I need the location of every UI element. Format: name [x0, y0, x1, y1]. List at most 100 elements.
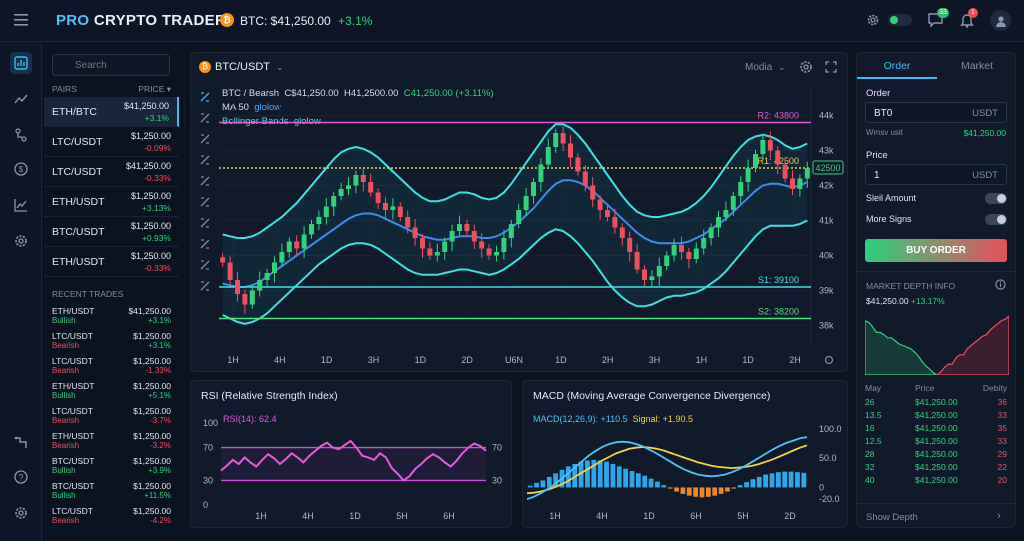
orderbook-row[interactable]: 12.5 $41,250.00 33 — [865, 435, 1007, 448]
macd-histogram-bar — [801, 472, 807, 488]
order-field[interactable]: BT0 USDT — [865, 102, 1007, 123]
gear-icon[interactable] — [866, 13, 880, 30]
trade-change: +3.1% — [148, 316, 171, 325]
candle-body — [634, 252, 640, 270]
trade-row[interactable]: LTC/USDT Bearish $1,250.00 -1.33% — [44, 353, 179, 378]
candlestick-chart[interactable]: 44k 43k 42k 41k 40k 39k 38k 1H 4H 1D 3H 1D 2D U6N 1D 2H… — [191, 53, 849, 373]
crosshair-icon[interactable] — [200, 92, 210, 102]
pair-row[interactable]: LTC/USDT $1,250.00 -0.09% — [44, 127, 179, 157]
magnet-tool-icon[interactable] — [200, 281, 210, 291]
rail-analytics-icon[interactable] — [10, 194, 32, 216]
candle-body — [309, 224, 314, 235]
text-tool-icon[interactable] — [200, 176, 210, 186]
macd-histogram-bar — [635, 473, 641, 488]
zoom-tool-icon[interactable] — [200, 260, 210, 270]
pair-change: +3.1% — [144, 113, 169, 123]
orderbook-row[interactable]: 32 $41,250.00 22 — [865, 461, 1007, 474]
rail-dollar-icon[interactable]: $ — [10, 158, 32, 180]
search-input[interactable] — [52, 54, 170, 76]
orderbook-row[interactable]: 26 $41,250.00 36 — [865, 396, 1007, 409]
brush-tool-icon[interactable] — [200, 239, 210, 249]
macd-chart[interactable]: 100.0 50.0 0 -20.0 1H 4H 1D 6H 5H 2D — [523, 381, 849, 529]
rsi-x-tick: 1D — [349, 511, 361, 521]
ruler-tool-icon[interactable] — [200, 218, 210, 228]
pattern-tool-icon[interactable] — [200, 197, 210, 207]
x-tick-label: 3H — [368, 355, 380, 365]
rail-chart-icon[interactable] — [10, 52, 32, 74]
x-tick-label: 1D — [415, 355, 427, 365]
trade-row[interactable]: LTC/USDT Bearish $1,250.00 -3.7% — [44, 403, 179, 428]
pair-change: +3.13% — [141, 203, 171, 213]
candle-body — [642, 269, 647, 280]
trade-row[interactable]: ETH/USDT Bearish $1,250.00 -3.2% — [44, 428, 179, 453]
depth-title: MARKET DEPTH INFO — [866, 281, 956, 291]
y-tick-label: 39k — [819, 286, 834, 296]
tab-market[interactable]: Market — [937, 53, 1017, 79]
price-sort-header[interactable]: PRICE ▾ — [138, 84, 171, 95]
pair-row[interactable]: ETH/USDT $1,250.00 +3.13% — [44, 187, 179, 217]
rail-nodes-icon[interactable] — [10, 124, 32, 146]
more-signs-toggle[interactable] — [985, 214, 1007, 225]
depth-chart[interactable] — [865, 313, 1009, 375]
orderbook-row[interactable]: 13.5 $41,250.00 33 — [865, 409, 1007, 422]
fib-tool-icon[interactable] — [200, 134, 210, 144]
avatar[interactable] — [990, 10, 1011, 31]
trade-row[interactable]: ETH/USDT Bullish $1,250.00 +5.1% — [44, 378, 179, 403]
live-toggle-dot — [890, 16, 898, 24]
trade-side: Bullish — [52, 316, 76, 325]
buy-order-button[interactable]: BUY ORDER — [865, 239, 1007, 262]
candle-body — [471, 231, 477, 242]
line-tool-icon[interactable] — [200, 113, 210, 123]
show-depth-link[interactable]: Show Depth — [866, 512, 918, 523]
y-tick-label: 43k — [819, 146, 834, 156]
tab-order[interactable]: Order — [857, 53, 937, 79]
price-field[interactable]: 1 USDT — [865, 164, 1007, 185]
pen-tool-icon[interactable] — [200, 155, 210, 165]
pair-price: $1,250.00 — [130, 251, 171, 261]
tool-glyph — [200, 218, 210, 228]
orderbook-row[interactable]: 16 $41,250.00 35 — [865, 422, 1007, 435]
orderbook-row[interactable]: 28 $41,250.00 29 — [865, 448, 1007, 461]
macd-x-tick: 5H — [737, 511, 749, 521]
depth-price: $41,250.00 — [866, 296, 909, 306]
pair-row[interactable]: LTC/USDT $41,250.00 -0.33% — [44, 157, 179, 187]
candle-body — [619, 227, 625, 238]
rsi-chart[interactable]: 100 70 30 0 70 30 1H 4H 1D 5H 6H — [191, 381, 513, 529]
candle-body — [538, 164, 544, 182]
candle-body — [508, 224, 514, 238]
trade-row[interactable]: ETH/USDT Bullish $41,250.00 +3.1% — [44, 303, 179, 328]
menu-icon[interactable] — [14, 14, 28, 29]
trade-row[interactable]: BTC/USDT Bullish $1,250.00 +11.5% — [44, 478, 179, 503]
brightness-core — [824, 355, 834, 365]
pair-row[interactable]: ETH/BTC $41,250.00 +3.1% — [44, 97, 179, 127]
info-icon[interactable] — [995, 279, 1006, 293]
rail-help-icon[interactable]: ? — [10, 466, 32, 488]
trade-side: Bearish — [52, 366, 80, 375]
trade-side: Bullish — [52, 491, 76, 500]
trade-row[interactable]: LTC/USDT Bearish $1,250.00 -4.2% — [44, 503, 179, 528]
candle-body — [353, 175, 359, 186]
depth-bids — [865, 320, 939, 375]
live-toggle[interactable] — [888, 14, 912, 26]
candle-body — [272, 262, 277, 273]
pair-row[interactable]: BTC/USDT $1,250.00 +0.93% — [44, 217, 179, 247]
macd-histogram-bar — [693, 487, 699, 497]
rail-gear-icon[interactable] — [10, 502, 32, 524]
brightness-icon[interactable] — [824, 355, 834, 365]
ticker-change: +3.1% — [338, 14, 373, 28]
orderbook-row[interactable]: 40 $41,250.00 20 — [865, 474, 1007, 487]
rail-trend-icon[interactable] — [10, 88, 32, 110]
orderbook-price: $41,250.00 — [915, 423, 958, 433]
trade-row[interactable]: BTC/USDT Bullish $1,250.00 +3.9% — [44, 453, 179, 478]
trade-row[interactable]: LTC/USDT Bearish $1,250.00 +3.1% — [44, 328, 179, 353]
rail-settings-icon[interactable] — [10, 230, 32, 252]
macd-histogram-bar — [674, 487, 679, 492]
price-label: Price — [866, 150, 888, 161]
sleil-amount-toggle[interactable] — [985, 193, 1007, 204]
orderbook-amount: 32 — [865, 462, 875, 472]
tool-glyph — [200, 176, 210, 186]
rail-route-icon[interactable] — [10, 432, 32, 454]
candle-body — [442, 241, 448, 252]
chevron-right-icon[interactable]: › — [997, 510, 1001, 522]
pair-row[interactable]: ETH/USDT $1,250.00 -0.33% — [44, 247, 179, 277]
